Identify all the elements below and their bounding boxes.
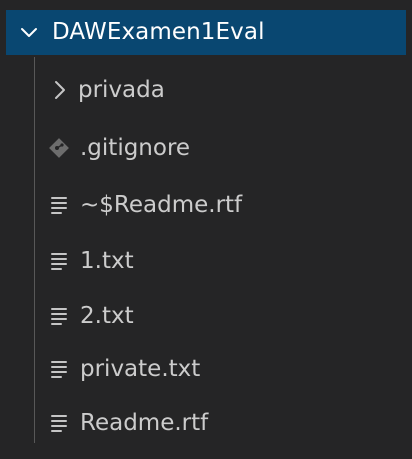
tree-item-label: privada (78, 77, 165, 103)
tree-item-gitignore[interactable]: .gitignore (6, 121, 406, 175)
file-explorer: DAWExamen1Eval privada .gitignore ~$Read… (0, 0, 412, 459)
tree-item-readme-rtf[interactable]: Readme.rtf (6, 396, 406, 450)
tree-item-label: .gitignore (80, 135, 191, 161)
tree-item-label: 1.txt (80, 248, 134, 274)
tree-item-privada[interactable]: privada (6, 63, 406, 117)
tree-item-2-txt[interactable]: 2.txt (6, 289, 406, 343)
root-folder-label: DAWExamen1Eval (52, 19, 265, 45)
text-lines-icon (48, 358, 72, 380)
chevron-down-icon[interactable] (20, 24, 38, 42)
tree-item-label: Readme.rtf (80, 410, 209, 436)
tree-item-label: 2.txt (80, 303, 134, 329)
text-lines-icon (48, 412, 72, 434)
text-lines-icon (48, 194, 72, 216)
tree-item-1-txt[interactable]: 1.txt (6, 234, 406, 288)
text-lines-icon (48, 250, 72, 272)
tree-item-label: ~$Readme.rtf (80, 192, 243, 218)
tree-item-label: private.txt (80, 356, 201, 382)
git-diamond-icon (49, 138, 69, 158)
tree-item-tilde-readme-rtf[interactable]: ~$Readme.rtf (6, 178, 406, 232)
text-lines-icon (48, 305, 72, 327)
chevron-right-icon[interactable] (50, 80, 70, 100)
tree-item-private-txt[interactable]: private.txt (6, 342, 406, 396)
explorer-root-folder[interactable]: DAWExamen1Eval (6, 10, 406, 55)
